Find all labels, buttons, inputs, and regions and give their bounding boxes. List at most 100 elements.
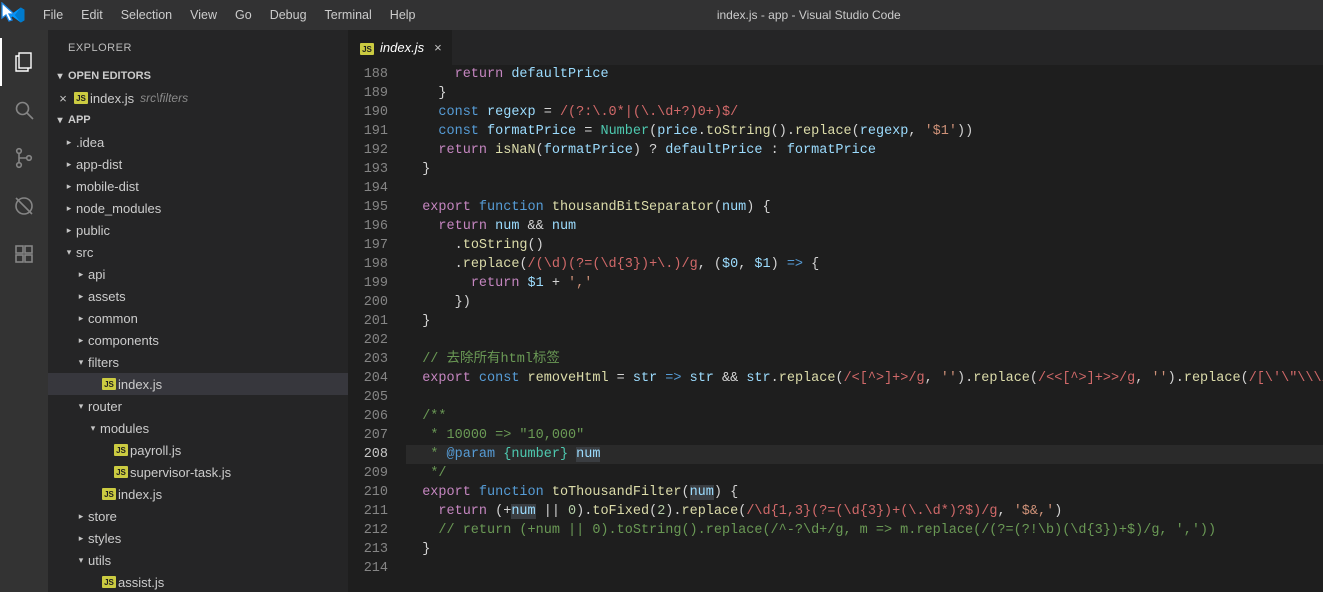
code-line[interactable]: } bbox=[406, 160, 1323, 179]
extensions-icon[interactable] bbox=[0, 230, 48, 278]
line-number: 208 bbox=[348, 445, 388, 464]
code-content[interactable]: return defaultPrice } const regexp = /(?… bbox=[406, 65, 1323, 592]
tree-label: supervisor-task.js bbox=[130, 465, 231, 480]
code-line[interactable]: // 去除所有html标签 bbox=[406, 350, 1323, 369]
code-line[interactable]: const regexp = /(?:\.0*|(\.\d+?)0+)$/ bbox=[406, 103, 1323, 122]
code-line[interactable]: }) bbox=[406, 293, 1323, 312]
file-tree: ▸.idea▸app-dist▸mobile-dist▸node_modules… bbox=[48, 131, 348, 592]
chevron-right-icon: ▸ bbox=[74, 335, 88, 346]
menu-selection[interactable]: Selection bbox=[112, 0, 181, 30]
file-item[interactable]: JSsupervisor-task.js bbox=[48, 461, 348, 483]
menu-view[interactable]: View bbox=[181, 0, 226, 30]
close-icon[interactable]: × bbox=[54, 91, 72, 106]
tree-label: mobile-dist bbox=[76, 179, 139, 194]
menu-terminal[interactable]: Terminal bbox=[316, 0, 381, 30]
close-icon[interactable]: × bbox=[434, 40, 442, 55]
code-line[interactable]: const formatPrice = Number(price.toStrin… bbox=[406, 122, 1323, 141]
folder-item[interactable]: ▸common bbox=[48, 307, 348, 329]
code-line[interactable]: return num && num bbox=[406, 217, 1323, 236]
code-editor[interactable]: 1881891901911921931941951961971981992002… bbox=[348, 65, 1323, 592]
menu-go[interactable]: Go bbox=[226, 0, 261, 30]
menu-file[interactable]: File bbox=[34, 0, 72, 30]
menu-edit[interactable]: Edit bbox=[72, 0, 112, 30]
folder-item[interactable]: ▸store bbox=[48, 505, 348, 527]
code-line[interactable]: return isNaN(formatPrice) ? defaultPrice… bbox=[406, 141, 1323, 160]
tree-label: components bbox=[88, 333, 159, 348]
tree-label: store bbox=[88, 509, 117, 524]
folder-item[interactable]: ▸styles bbox=[48, 527, 348, 549]
code-line[interactable]: */ bbox=[406, 464, 1323, 483]
folder-item[interactable]: ▾filters bbox=[48, 351, 348, 373]
tree-label: payroll.js bbox=[130, 443, 181, 458]
folder-item[interactable]: ▸node_modules bbox=[48, 197, 348, 219]
file-item[interactable]: JSindex.js bbox=[48, 373, 348, 395]
code-line[interactable]: .replace(/(\d)(?=(\d{3})+\.)/g, ($0, $1)… bbox=[406, 255, 1323, 274]
window-title: index.js - app - Visual Studio Code bbox=[425, 8, 1323, 22]
folder-item[interactable]: ▾router bbox=[48, 395, 348, 417]
code-line[interactable] bbox=[406, 179, 1323, 198]
code-line[interactable] bbox=[406, 331, 1323, 350]
code-line[interactable]: // return (+num || 0).toString().replace… bbox=[406, 521, 1323, 540]
code-line[interactable]: } bbox=[406, 84, 1323, 103]
chevron-down-icon: ▾ bbox=[52, 71, 68, 82]
folder-item[interactable]: ▾utils bbox=[48, 549, 348, 571]
file-item[interactable]: JSpayroll.js bbox=[48, 439, 348, 461]
tree-label: utils bbox=[88, 553, 111, 568]
chevron-right-icon: ▸ bbox=[74, 511, 88, 522]
code-line[interactable]: export function toThousandFilter(num) { bbox=[406, 483, 1323, 502]
debug-icon[interactable] bbox=[0, 182, 48, 230]
file-item[interactable]: JSindex.js bbox=[48, 483, 348, 505]
code-line[interactable]: return (+num || 0).toFixed(2).replace(/\… bbox=[406, 502, 1323, 521]
line-number: 200 bbox=[348, 293, 388, 312]
editor-area: JS index.js × 18818919019119219319419519… bbox=[348, 30, 1323, 592]
js-file-icon: JS bbox=[100, 576, 118, 588]
tree-label: styles bbox=[88, 531, 121, 546]
open-editor-item[interactable]: ×JSindex.jssrc\filters bbox=[48, 87, 348, 109]
code-line[interactable]: } bbox=[406, 540, 1323, 559]
explorer-icon[interactable] bbox=[0, 38, 48, 86]
line-number: 209 bbox=[348, 464, 388, 483]
menu-help[interactable]: Help bbox=[381, 0, 425, 30]
open-editors-header[interactable]: ▾ OPEN EDITORS bbox=[48, 65, 348, 87]
tab-index-js[interactable]: JS index.js × bbox=[348, 30, 453, 65]
code-line[interactable]: * @param {number} num bbox=[406, 445, 1323, 464]
chevron-right-icon: ▸ bbox=[62, 225, 76, 236]
js-file-icon: JS bbox=[100, 378, 118, 390]
line-number: 213 bbox=[348, 540, 388, 559]
workspace-header[interactable]: ▾ APP bbox=[48, 109, 348, 131]
menu-debug[interactable]: Debug bbox=[261, 0, 316, 30]
code-line[interactable]: /** bbox=[406, 407, 1323, 426]
folder-item[interactable]: ▸mobile-dist bbox=[48, 175, 348, 197]
code-line[interactable]: return defaultPrice bbox=[406, 65, 1323, 84]
search-icon[interactable] bbox=[0, 86, 48, 134]
tree-label: public bbox=[76, 223, 110, 238]
code-line[interactable]: export const removeHtml = str => str && … bbox=[406, 369, 1323, 388]
chevron-right-icon: ▸ bbox=[62, 181, 76, 192]
folder-item[interactable]: ▸components bbox=[48, 329, 348, 351]
code-line[interactable]: return $1 + ',' bbox=[406, 274, 1323, 293]
chevron-right-icon: ▸ bbox=[74, 291, 88, 302]
folder-item[interactable]: ▸assets bbox=[48, 285, 348, 307]
chevron-down-icon: ▾ bbox=[62, 247, 76, 258]
tree-label: assets bbox=[88, 289, 126, 304]
folder-item[interactable]: ▸app-dist bbox=[48, 153, 348, 175]
line-number: 193 bbox=[348, 160, 388, 179]
line-number: 202 bbox=[348, 331, 388, 350]
code-line[interactable]: } bbox=[406, 312, 1323, 331]
folder-item[interactable]: ▸.idea bbox=[48, 131, 348, 153]
chevron-right-icon: ▸ bbox=[74, 313, 88, 324]
code-line[interactable] bbox=[406, 559, 1323, 578]
folder-item[interactable]: ▸public bbox=[48, 219, 348, 241]
code-line[interactable]: .toString() bbox=[406, 236, 1323, 255]
chevron-down-icon: ▾ bbox=[74, 555, 88, 566]
folder-item[interactable]: ▾modules bbox=[48, 417, 348, 439]
folder-item[interactable]: ▸api bbox=[48, 263, 348, 285]
line-number: 197 bbox=[348, 236, 388, 255]
code-line[interactable]: export function thousandBitSeparator(num… bbox=[406, 198, 1323, 217]
code-line[interactable] bbox=[406, 388, 1323, 407]
file-item[interactable]: JSassist.js bbox=[48, 571, 348, 592]
line-number: 205 bbox=[348, 388, 388, 407]
scm-icon[interactable] bbox=[0, 134, 48, 182]
folder-item[interactable]: ▾src bbox=[48, 241, 348, 263]
code-line[interactable]: * 10000 => "10,000" bbox=[406, 426, 1323, 445]
